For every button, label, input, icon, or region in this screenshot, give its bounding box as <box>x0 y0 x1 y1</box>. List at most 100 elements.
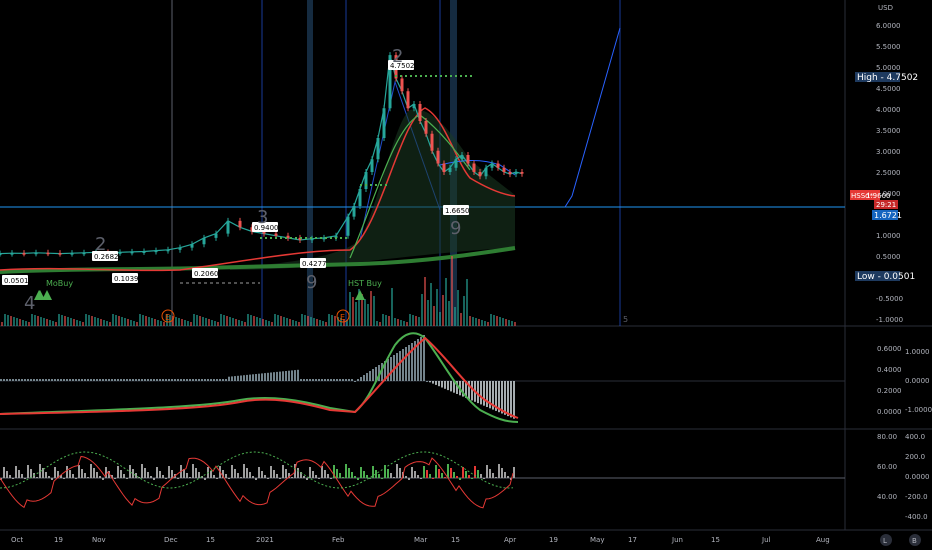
momentum-bar <box>84 473 86 478</box>
momentum-bar <box>399 468 401 478</box>
osc-bar <box>66 379 68 381</box>
osc-bar <box>108 379 110 381</box>
osc-right-tick-label: 0.0000 <box>905 377 930 385</box>
osc-bar <box>6 379 8 381</box>
momentum-bar <box>90 464 92 478</box>
osc-bar <box>117 379 119 381</box>
volume-bar <box>427 300 429 326</box>
osc-bar <box>144 379 146 381</box>
momentum-bar <box>414 471 416 478</box>
osc-bar <box>27 379 29 381</box>
volume-bar <box>196 315 198 326</box>
volume-bar <box>73 319 75 326</box>
momentum-bar <box>99 476 101 478</box>
volume-bar <box>379 322 381 326</box>
candle-body <box>490 163 494 168</box>
osc-bar <box>87 379 89 381</box>
momentum-bar <box>135 473 137 478</box>
osc-bar <box>285 371 287 381</box>
mom-right-tick-label: -400.0 <box>905 513 928 521</box>
price-tick-label: 4.0000 <box>876 106 901 114</box>
momentum-bar <box>486 465 488 478</box>
time-tick-label: 15 <box>451 536 460 544</box>
candle-body <box>454 159 458 168</box>
volume-bar <box>415 316 417 326</box>
osc-bar <box>273 372 275 381</box>
candle-body <box>358 189 362 206</box>
volume-bar <box>175 317 177 326</box>
volume-bar <box>1 322 3 326</box>
volume-bar <box>478 319 480 326</box>
price-tick-label: 2.5000 <box>876 169 901 177</box>
momentum-bar <box>129 465 131 478</box>
volume-bar <box>52 321 54 326</box>
volume-bar <box>214 321 216 326</box>
chart-canvas[interactable]: 0.05010.26820.10390.20600.94000.42774.75… <box>0 0 932 550</box>
osc-bar <box>48 379 50 381</box>
momentum-bar <box>87 477 89 478</box>
volume-bar <box>304 315 306 326</box>
time-tick-label: Jul <box>761 536 771 544</box>
volume-bar <box>181 319 183 326</box>
momentum-bar <box>381 478 383 479</box>
momentum-bar <box>345 464 347 478</box>
osc-bar <box>129 379 131 381</box>
momentum-bar <box>444 477 446 478</box>
volume-bar <box>208 319 210 326</box>
momentum-bar <box>360 467 362 478</box>
candle-body <box>352 206 356 217</box>
volume-bar <box>481 320 483 326</box>
volume-bar <box>313 318 315 326</box>
price-tick-label: 6.0000 <box>876 22 901 30</box>
osc-bar <box>372 369 374 381</box>
osc-bar <box>309 379 311 381</box>
price-bubble-text: 0.0501 <box>4 277 29 285</box>
momentum-bar <box>339 473 341 478</box>
volume-bar <box>109 322 111 326</box>
volume-bar <box>457 290 459 326</box>
momentum-bar <box>303 476 305 478</box>
momentum-bar <box>15 466 17 478</box>
candle-body <box>436 150 440 164</box>
volume-bar <box>421 294 423 326</box>
volume-bar <box>409 314 411 326</box>
hst-buy-label: HST Buy <box>348 279 382 288</box>
osc-bar <box>261 373 263 381</box>
mom-right-tick-label: 400.0 <box>905 433 925 441</box>
osc-bar <box>441 381 443 388</box>
osc-bar <box>426 381 428 382</box>
momentum-bar <box>435 465 437 478</box>
osc-bar <box>315 379 317 381</box>
candle-body <box>190 244 194 248</box>
volume-bar <box>442 295 444 326</box>
volume-bar <box>487 322 489 326</box>
momentum-bar <box>258 467 260 478</box>
candle-body <box>364 172 368 189</box>
volume-bar <box>115 315 117 326</box>
momentum-bar <box>363 471 365 478</box>
candle-body <box>154 250 158 253</box>
price-bubble-text: 1.6650 <box>445 207 470 215</box>
high-tag-text: High - 4.7502 <box>857 73 918 83</box>
volume-bar <box>328 314 330 326</box>
price-tick-label: 3.0000 <box>876 148 901 156</box>
momentum-bar <box>390 473 392 478</box>
candle-body <box>502 167 506 172</box>
momentum-bar <box>498 464 500 478</box>
osc-bar <box>57 379 59 381</box>
candle-body <box>520 172 524 174</box>
osc-bar <box>243 375 245 381</box>
volume-bar <box>193 314 195 326</box>
osc-bar <box>246 374 248 381</box>
momentum-bar <box>210 471 212 478</box>
volume-bar <box>7 315 9 326</box>
candle-body <box>0 253 2 256</box>
momentum-bar <box>54 467 56 478</box>
osc-right-tick-label: -1.0000 <box>905 406 932 414</box>
osc-bar <box>96 379 98 381</box>
momentum-bar <box>489 469 491 478</box>
osc-bar <box>201 379 203 381</box>
volume-bar <box>205 318 207 326</box>
osc-bar <box>111 379 113 381</box>
osc-bar <box>432 381 434 384</box>
